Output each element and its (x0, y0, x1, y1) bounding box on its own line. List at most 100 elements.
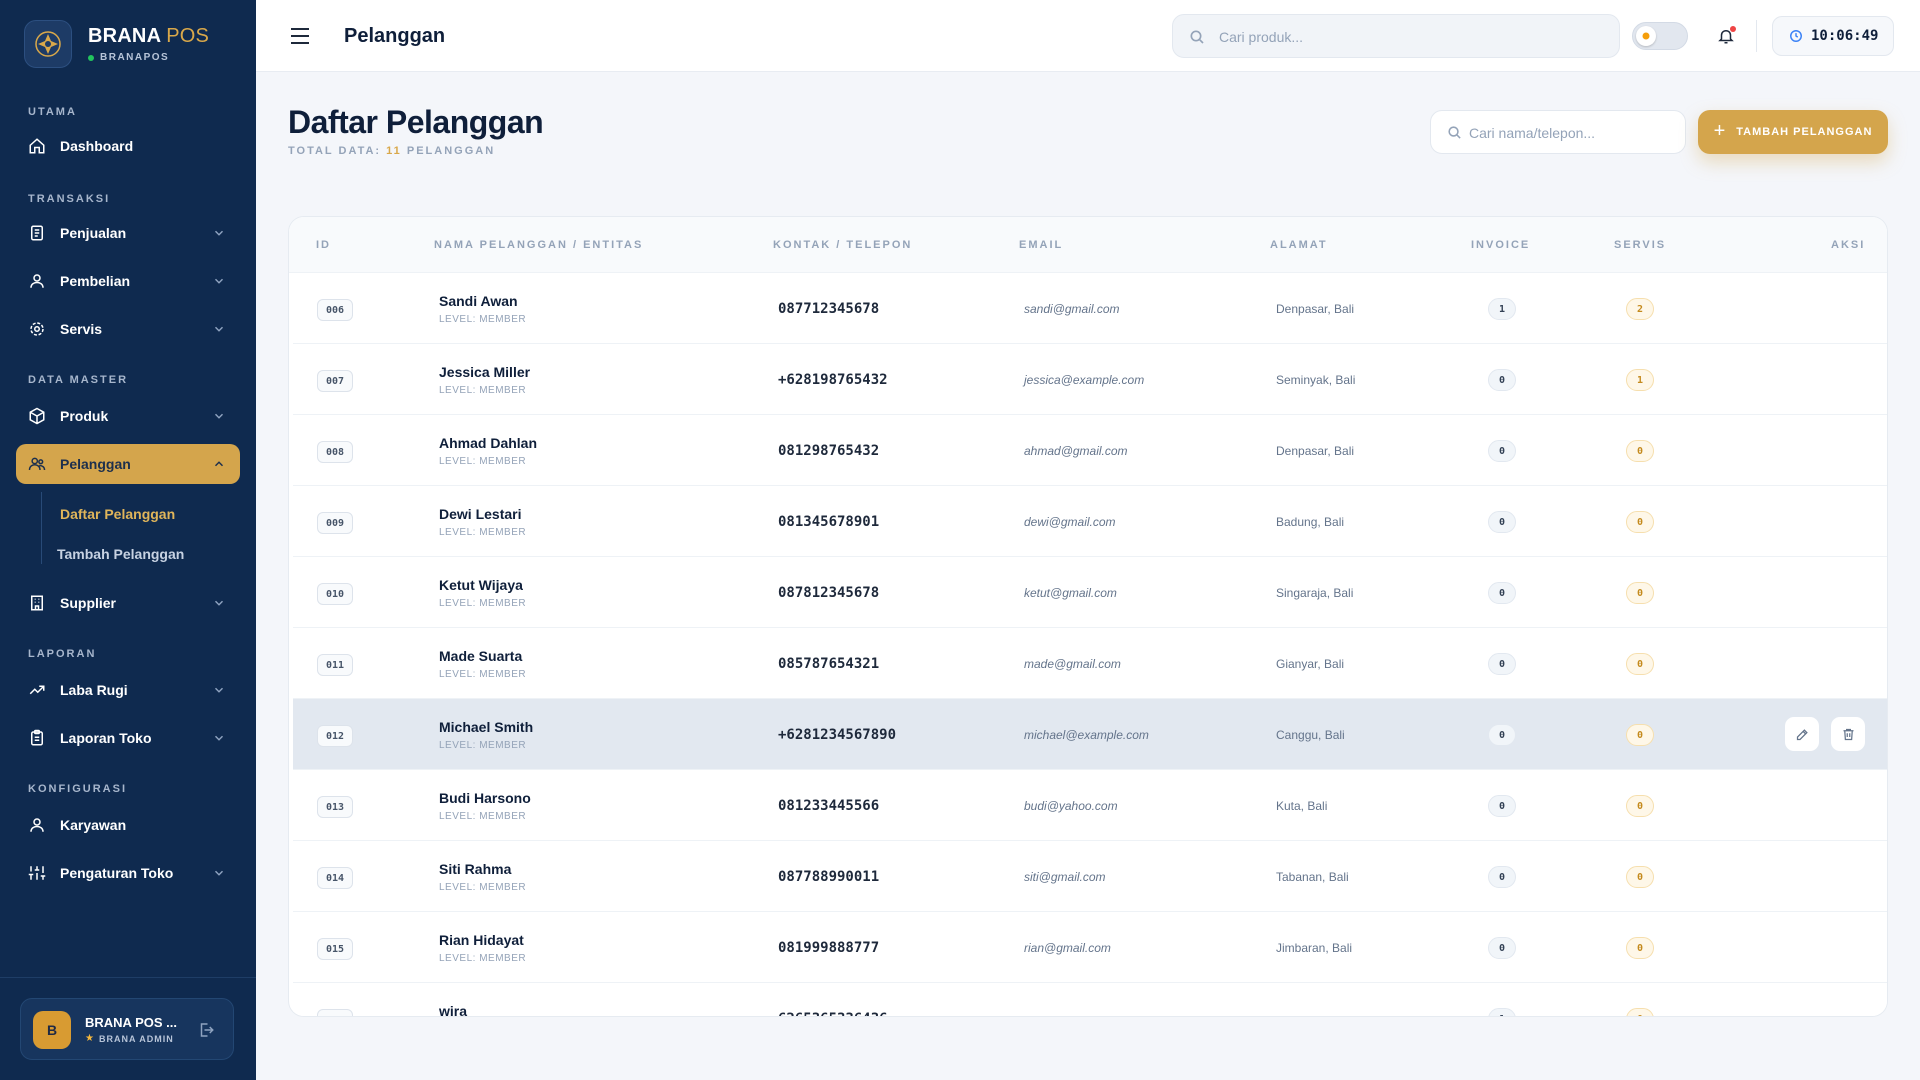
brand[interactable]: BRANA POS BRANAPOS (24, 20, 209, 68)
table-row[interactable]: 012 Michael Smith LEVEL: MEMBER +6281234567… (293, 699, 1887, 770)
sidebar: BRANA POS BRANAPOS UTAMA Dashboard TRANS… (0, 0, 256, 1080)
sidebar-item-karyawan[interactable]: Karyawan (16, 805, 240, 845)
customer-name: Ketut Wijaya (439, 577, 523, 593)
customer-level: LEVEL: MEMBER (439, 314, 527, 325)
notification-badge (1730, 26, 1736, 32)
theme-toggle[interactable] (1632, 22, 1688, 50)
avatar: B (33, 1011, 71, 1049)
receipt-icon (31, 225, 43, 241)
customer-phone: 087788990011 (778, 869, 880, 885)
customer-name: Dewi Lestari (439, 506, 522, 522)
table-row[interactable]: 011 Made Suarta LEVEL: MEMBER 085787654321 m… (293, 628, 1887, 699)
customer-phone: 081345678901 (778, 514, 880, 530)
customer-id-badge: 015 (317, 938, 353, 960)
customer-level: LEVEL: MEMBER (439, 811, 527, 822)
chevron-down-icon (214, 735, 224, 741)
customer-id-badge: 011 (317, 654, 353, 676)
search-placeholder: Cari produk... (1219, 29, 1304, 45)
table-row[interactable]: 010 Ketut Wijaya LEVEL: MEMBER 087812345678… (293, 557, 1887, 628)
table-row[interactable]: 007 Jessica Miller LEVEL: MEMBER +628198765… (293, 344, 1887, 415)
sidebar-item-pengaturan-toko[interactable]: Pengaturan Toko (16, 853, 240, 893)
nav-section-transaksi: TRANSAKSI (28, 193, 111, 205)
menu-icon[interactable] (290, 27, 310, 45)
sidebar-item-dashboard[interactable]: Dashboard (16, 126, 240, 166)
customer-address: Canggu, Bali (1276, 728, 1345, 742)
sidebar-item-laba-rugi[interactable]: Laba Rugi (16, 670, 240, 710)
customer-address: Jimbaran, Bali (1276, 941, 1353, 955)
table-row[interactable]: 009 Dewi Lestari LEVEL: MEMBER 081345678901… (293, 486, 1887, 557)
add-customer-button[interactable]: + TAMBAH PELANGGAN (1698, 110, 1888, 154)
notification-button[interactable] (1708, 18, 1744, 54)
logout-icon[interactable] (197, 1021, 215, 1039)
customer-level: LEVEL: MEMBER (439, 882, 527, 893)
nav-section-utama: UTAMA (28, 106, 77, 118)
customer-phone: 081298765432 (778, 443, 880, 459)
table-row[interactable]: 006 Sandi Awan LEVEL: MEMBER 087712345678 sa… (293, 273, 1887, 344)
sidebar-item-label: Pengaturan Toko (60, 865, 174, 881)
sidebar-item-label: Pembelian (60, 273, 131, 289)
sidebar-item-laporan-toko[interactable]: Laporan Toko (16, 718, 240, 758)
column-header-service: SERVIS (1614, 239, 1667, 251)
chevron-down-icon (214, 278, 224, 284)
service-count-badge: 0 (1626, 1008, 1654, 1016)
table-row[interactable]: 016wiraLEVEL: MEMBER626536533643610 (293, 983, 1887, 1017)
sidebar-item-label: Karyawan (60, 817, 127, 833)
customer-name: wira (439, 1003, 468, 1017)
column-header-id: ID (316, 239, 331, 251)
product-search-input[interactable]: Cari produk... (1172, 14, 1620, 58)
customer-id-badge: 006 (317, 299, 353, 321)
customer-id-badge: 010 (317, 583, 353, 605)
sidebar-item-servis[interactable]: Servis (16, 309, 240, 349)
customer-name: Jessica Miller (439, 364, 531, 380)
submenu-line (41, 492, 42, 564)
service-count-badge: 0 (1626, 653, 1654, 675)
sidebar-item-supplier[interactable]: Supplier (16, 583, 240, 623)
customer-name: Ahmad Dahlan (439, 435, 538, 451)
table-row[interactable]: 015 Rian Hidayat LEVEL: MEMBER 081999888777… (293, 912, 1887, 983)
edit-button[interactable] (1784, 716, 1820, 752)
table-body: 006 Sandi Awan LEVEL: MEMBER 087712345678 sa… (293, 273, 1887, 1017)
customer-table: ID NAMA PELANGGAN / ENTITAS KONTAK / TEL… (288, 216, 1888, 1017)
edit-icon (1796, 728, 1808, 740)
invoice-count-badge: 0 (1488, 724, 1516, 746)
customer-email: ahmad@gmail.com (1024, 444, 1128, 458)
column-header-invoice: INVOICE (1471, 239, 1531, 251)
customer-level: LEVEL: MEMBER (439, 669, 527, 680)
sidebar-item-pelanggan[interactable]: Pelanggan (16, 444, 240, 484)
customer-search-input[interactable]: Cari nama/telepon... (1430, 110, 1686, 154)
sidebar-subitem-tambah-pelanggan[interactable]: Tambah Pelanggan (57, 546, 184, 562)
user-card[interactable]: B BRANA POS ... ★ BRANA ADMIN (20, 998, 234, 1060)
table-row[interactable]: 013 Budi Harsono LEVEL: MEMBER 081233445566… (293, 770, 1887, 841)
sidebar-item-label: Produk (60, 408, 109, 424)
topbar-divider (1756, 20, 1757, 52)
invoice-count-badge: 0 (1488, 582, 1516, 604)
clock-time: 10:06:49 (1811, 28, 1879, 44)
table-row[interactable]: 008 Ahmad Dahlan LEVEL: MEMBER 081298765432… (293, 415, 1887, 486)
box-icon (29, 407, 45, 425)
customer-address: Badung, Bali (1276, 515, 1345, 529)
customer-address: Seminyak, Bali (1276, 373, 1356, 387)
customer-id-badge: 012 (317, 725, 353, 747)
table-row[interactable]: 014 Siti Rahma LEVEL: MEMBER 087788990011 si… (293, 841, 1887, 912)
plus-icon: + (1713, 119, 1727, 142)
sidebar-divider (0, 977, 256, 978)
invoice-count-badge: 0 (1488, 440, 1516, 462)
customer-id-badge: 008 (317, 441, 353, 463)
sidebar-item-produk[interactable]: Produk (16, 396, 240, 436)
sidebar-subitem-daftar-pelanggan[interactable]: Daftar Pelanggan (60, 506, 175, 522)
column-header-name: NAMA PELANGGAN / ENTITAS (434, 239, 644, 251)
customer-level: LEVEL: MEMBER (439, 740, 527, 751)
sidebar-item-label: Laba Rugi (60, 682, 128, 698)
sidebar-item-pembelian[interactable]: Pembelian (16, 261, 240, 301)
customer-name: Budi Harsono (439, 790, 531, 806)
customer-name: Rian Hidayat (439, 932, 524, 948)
sidebar-item-label: Pelanggan (60, 456, 131, 472)
delete-button[interactable] (1830, 716, 1866, 752)
sidebar-item-penjualan[interactable]: Penjualan (16, 213, 240, 253)
customer-name: Michael Smith (439, 719, 534, 735)
invoice-count-badge: 0 (1488, 369, 1516, 391)
customer-id-badge: 013 (317, 796, 353, 818)
chevron-down-icon (214, 326, 224, 332)
customer-name: Siti Rahma (439, 861, 512, 877)
invoice-count-badge: 0 (1488, 866, 1516, 888)
